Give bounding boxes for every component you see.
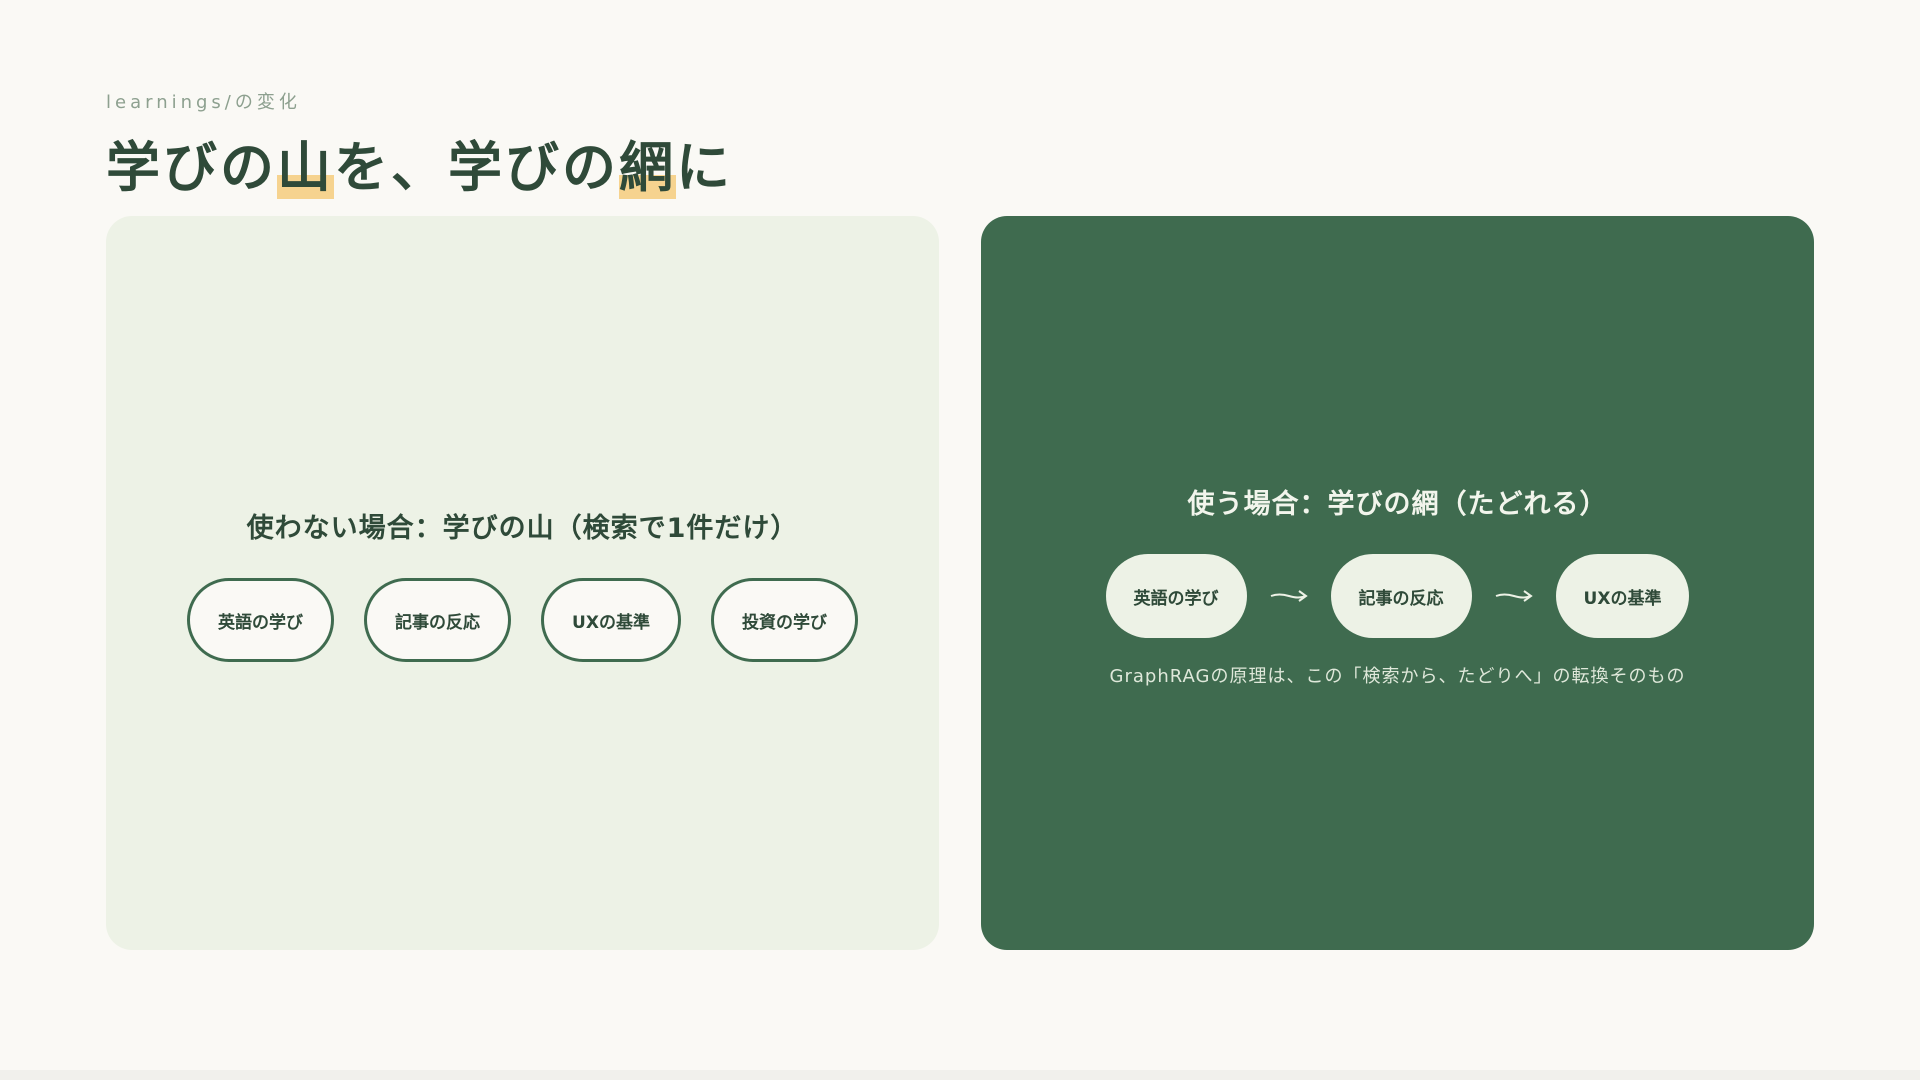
without-panel-heading: 使わない場合：学びの山（検索で1件だけ） (246, 513, 799, 544)
slide: learnings/の変化 学びの山を、学びの網に 使わない場合：学びの山（検索… (0, 0, 1920, 1080)
with-panel-heading: 使う場合：学びの網（たどれる） (1187, 489, 1608, 520)
learning-pill: 英語の学び (1105, 554, 1247, 638)
title-highlight-net: 網 (619, 136, 676, 199)
arrow-right-icon (1486, 586, 1542, 606)
learning-pill: 記事の反応 (1330, 554, 1472, 638)
title-highlight-mountain: 山 (277, 136, 334, 199)
learning-pill: UXの基準 (1555, 554, 1690, 638)
page-title: 学びの山を、学びの網に (106, 128, 733, 208)
learning-pill: UXの基準 (541, 578, 681, 662)
section-label: learnings/の変化 (106, 92, 301, 113)
learning-pill: 投資の学び (710, 578, 858, 662)
learning-pill: 記事の反応 (364, 578, 512, 662)
arrow-right-icon (1261, 586, 1317, 606)
without-pill-row: 英語の学び 記事の反応 UXの基準 投資の学び (106, 578, 939, 662)
bottom-edge (0, 1070, 1920, 1080)
learning-pill: 英語の学び (187, 578, 335, 662)
title-part-3: を、学びの (334, 136, 619, 199)
with-pill-row: 英語の学び 記事の反応 UXの基準 (981, 554, 1814, 638)
title-part-5: に (676, 136, 733, 199)
graphrag-caption: GraphRAGの原理は、この「検索から、たどりへ」の転換そのもの (1109, 666, 1686, 687)
without-panel: 使わない場合：学びの山（検索で1件だけ） 英語の学び 記事の反応 UXの基準 投… (106, 216, 939, 950)
title-part-1: 学びの (106, 136, 277, 199)
with-panel: 使う場合：学びの網（たどれる） 英語の学び 記事の反応 UXの基準 GraphR… (981, 216, 1814, 950)
